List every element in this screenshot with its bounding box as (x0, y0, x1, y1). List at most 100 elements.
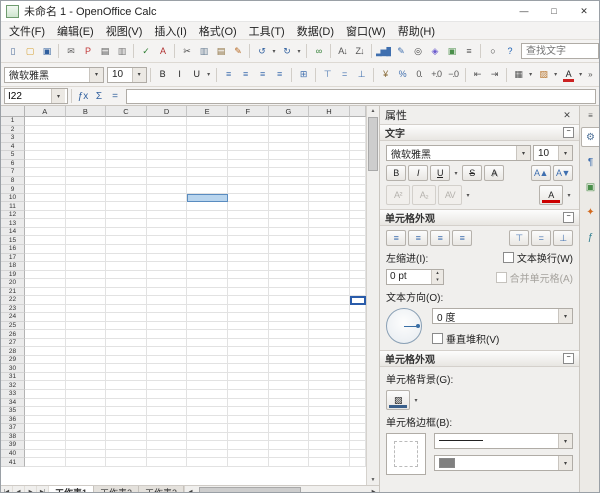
function-wizard-button[interactable]: ƒx (75, 89, 91, 104)
cell-H24[interactable] (309, 313, 350, 322)
cell-C4[interactable] (106, 143, 147, 152)
cell-B10[interactable] (66, 194, 107, 203)
cell-B25[interactable] (66, 322, 107, 331)
gallery-tab[interactable]: ▣ (581, 177, 600, 197)
cell-F1[interactable] (228, 117, 269, 126)
row-header-25[interactable]: 25 (1, 322, 25, 331)
cell-G15[interactable] (269, 236, 310, 245)
cell-I21[interactable] (350, 288, 366, 297)
spellcheck-icon[interactable]: ✓ (137, 42, 154, 60)
cell-G16[interactable] (269, 245, 310, 254)
cell-F23[interactable] (228, 305, 269, 314)
cell-G40[interactable] (269, 450, 310, 459)
sidebar-font-size-combo[interactable]: 10 ▾ (533, 145, 573, 161)
cell-A21[interactable] (25, 288, 66, 297)
cell-G28[interactable] (269, 347, 310, 356)
row-header-29[interactable]: 29 (1, 356, 25, 365)
column-header-B[interactable]: B (66, 106, 107, 117)
menu-item-7[interactable]: 窗口(W) (340, 22, 392, 40)
cell-border-selector[interactable] (386, 433, 426, 475)
horizontal-scrollbar[interactable]: ◀ ▶ (184, 486, 379, 493)
vertical-scrollbar[interactable]: ▲ ▼ (366, 106, 379, 485)
cell-E32[interactable] (187, 381, 228, 390)
cell-I37[interactable] (350, 424, 366, 433)
column-header-E[interactable]: E (187, 106, 228, 117)
cell-F19[interactable] (228, 271, 269, 280)
cell-A16[interactable] (25, 245, 66, 254)
row-header-8[interactable]: 8 (1, 177, 25, 186)
cell-I34[interactable] (350, 399, 366, 408)
cell-G30[interactable] (269, 364, 310, 373)
cell-I38[interactable] (350, 433, 366, 442)
cell-B28[interactable] (66, 347, 107, 356)
cell-H39[interactable] (309, 441, 350, 450)
cell-A10[interactable] (25, 194, 66, 203)
search-input[interactable] (521, 43, 599, 59)
cell-I23[interactable] (350, 305, 366, 314)
collapse-icon[interactable]: − (563, 127, 574, 138)
align-top-icon[interactable]: ⊤ (319, 66, 336, 84)
cell-E21[interactable] (187, 288, 228, 297)
cell-C7[interactable] (106, 168, 147, 177)
cell-A37[interactable] (25, 424, 66, 433)
cell-F5[interactable] (228, 151, 269, 160)
cut-icon[interactable]: ✂ (178, 42, 195, 60)
cell-A7[interactable] (25, 168, 66, 177)
cell-H10[interactable] (309, 194, 350, 203)
cell-D31[interactable] (147, 373, 188, 382)
cell-F29[interactable] (228, 356, 269, 365)
cell-I20[interactable] (350, 279, 366, 288)
cell-F7[interactable] (228, 168, 269, 177)
cell-I4[interactable] (350, 143, 366, 152)
cell-A26[interactable] (25, 330, 66, 339)
cell-I15[interactable] (350, 236, 366, 245)
cell-C15[interactable] (106, 236, 147, 245)
cell-G12[interactable] (269, 211, 310, 220)
cell-F9[interactable] (228, 185, 269, 194)
cell-A12[interactable] (25, 211, 66, 220)
cell-A33[interactable] (25, 390, 66, 399)
degrees-dropdown-icon[interactable]: ▾ (558, 309, 572, 323)
character-spacing-button-dropdown-icon[interactable]: ▾ (464, 192, 472, 199)
cell-D33[interactable] (147, 390, 188, 399)
email-icon[interactable]: ✉ (62, 42, 79, 60)
cell-F34[interactable] (228, 399, 269, 408)
cell-I3[interactable] (350, 134, 366, 143)
row-header-17[interactable]: 17 (1, 254, 25, 263)
cell-C34[interactable] (106, 399, 147, 408)
cell-H7[interactable] (309, 168, 350, 177)
sheet-nav-previous-button[interactable]: ◀ (13, 486, 25, 493)
navigator-tab[interactable]: ✦ (581, 202, 600, 222)
cell-F32[interactable] (228, 381, 269, 390)
cell-D23[interactable] (147, 305, 188, 314)
cell-E17[interactable] (187, 254, 228, 263)
decrease-indent-icon[interactable]: ⇤ (469, 66, 486, 84)
cell-D30[interactable] (147, 364, 188, 373)
background-color-icon-dropdown-icon[interactable]: ▾ (552, 71, 560, 78)
cell-F16[interactable] (228, 245, 269, 254)
cell-D25[interactable] (147, 322, 188, 331)
cell-I16[interactable] (350, 245, 366, 254)
formula-input[interactable] (126, 89, 596, 104)
redo-icon-dropdown-icon[interactable]: ▾ (295, 48, 303, 55)
column-header-G[interactable]: G (269, 106, 310, 117)
maximize-button[interactable]: □ (539, 1, 569, 21)
cell-D38[interactable] (147, 433, 188, 442)
cell-H22[interactable] (309, 296, 350, 305)
cell-E30[interactable] (187, 364, 228, 373)
cell-H13[interactable] (309, 219, 350, 228)
cell-E26[interactable] (187, 330, 228, 339)
cell-C13[interactable] (106, 219, 147, 228)
cell-G32[interactable] (269, 381, 310, 390)
cell-G23[interactable] (269, 305, 310, 314)
name-box-dropdown-icon[interactable]: ▾ (51, 89, 65, 103)
currency-format-icon[interactable]: ¥ (377, 66, 394, 84)
cell-G6[interactable] (269, 160, 310, 169)
cell-I17[interactable] (350, 254, 366, 263)
cell-H19[interactable] (309, 271, 350, 280)
format-paintbrush-icon[interactable]: ✎ (229, 42, 246, 60)
cell-H35[interactable] (309, 407, 350, 416)
row-header-36[interactable]: 36 (1, 416, 25, 425)
cell-G3[interactable] (269, 134, 310, 143)
cell-C37[interactable] (106, 424, 147, 433)
